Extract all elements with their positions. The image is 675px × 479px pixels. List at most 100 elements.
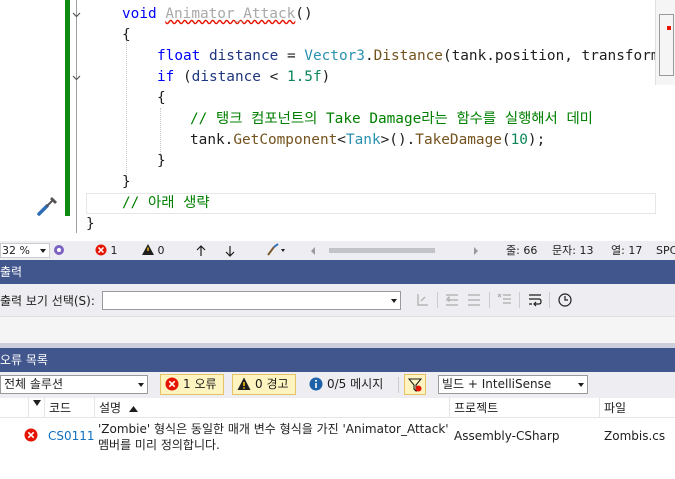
code-token: void (122, 6, 166, 22)
output-title-text: 출력 (0, 265, 23, 279)
warning-count[interactable]: 0 (142, 241, 165, 260)
indent-guide (126, 38, 127, 178)
column-indicator[interactable]: 열: 17 (611, 241, 642, 260)
health-icon[interactable] (53, 241, 67, 260)
previous-issue-icon[interactable] (195, 241, 207, 260)
scroll-thumb[interactable] (329, 248, 435, 253)
errors-filter-button[interactable]: 1 오류 (160, 374, 224, 395)
error-icon (95, 244, 107, 256)
error-description-line2: 멤버를 미리 정의합니다. (98, 438, 220, 452)
build-filter-value: 빌드 + IntelliSense (442, 377, 552, 391)
code-token: ); (527, 132, 546, 148)
line-indicator[interactable]: 줄: 66 (506, 241, 537, 260)
file-column-header[interactable]: 파일 (599, 398, 675, 418)
project-column-label: 프로젝트 (454, 401, 499, 415)
warning-icon (142, 244, 154, 255)
code-line[interactable]: } (157, 151, 166, 172)
icon-column-header[interactable] (0, 398, 28, 418)
filter-funnel-icon (408, 378, 422, 392)
error-icon (24, 428, 38, 442)
timestamp-clock-icon[interactable] (557, 292, 573, 308)
code-token: TakeDamage (415, 132, 502, 148)
code-line[interactable]: { (157, 88, 166, 109)
code-editor[interactable]: void Animator_Attack() { float distance = … (0, 0, 675, 241)
code-token: { (122, 27, 131, 43)
horizontal-scrollbar[interactable] (304, 241, 482, 260)
error-list-panel-title[interactable]: 오류 목록 (0, 348, 675, 372)
code-token: distance (208, 48, 279, 64)
go-to-previous-message-icon[interactable] (444, 292, 460, 308)
code-line[interactable]: } (122, 172, 131, 193)
toolbar-separator (519, 292, 520, 308)
warnings-filter-button[interactable]: 0 경고 (232, 374, 296, 395)
code-line[interactable]: if (distance < 1.5f) (157, 67, 330, 88)
quick-actions-screwdriver-icon[interactable] (36, 195, 60, 217)
messages-filter-button[interactable]: 0/5 메시지 (304, 374, 390, 395)
output-panel-title[interactable]: 출력 (0, 260, 675, 284)
collapse-if-icon[interactable] (72, 73, 81, 82)
errors-filter-label: 1 오류 (183, 377, 217, 391)
clear-all-icon[interactable] (497, 292, 513, 308)
error-code-link[interactable]: CS0111 (48, 429, 95, 443)
chevron-down-icon (138, 383, 144, 387)
show-output-label: 출력 보기 선택(S): (0, 294, 95, 308)
error-count-value: 1 (110, 244, 118, 257)
code-token: // 탱크 컴포넌트의 Take Damage라는 함수를 실행해서 데미 (190, 111, 593, 127)
code-token: >(). (380, 132, 416, 148)
code-column-label: 코드 (49, 401, 72, 415)
code-cleanup-broom-icon[interactable] (266, 241, 288, 260)
output-source-combo[interactable] (102, 291, 401, 310)
description-column-header[interactable]: 설명 (94, 398, 449, 418)
warning-icon (237, 377, 251, 390)
code-token: = (278, 48, 305, 64)
code-line[interactable]: void Animator_Attack() (122, 4, 313, 25)
code-token: (tank.position, transform (442, 48, 660, 64)
editor-minimap[interactable] (655, 0, 675, 85)
scroll-right-icon[interactable] (474, 247, 478, 255)
spacing-indicator[interactable]: SPC (656, 241, 675, 260)
code-token: 1.5f (286, 69, 322, 85)
code-line[interactable]: float distance = Vector3.Distance(tank.p… (157, 46, 660, 67)
toggle-word-wrap-icon[interactable] (527, 292, 543, 308)
file-column-label: 파일 (604, 401, 627, 415)
code-token: () (295, 6, 313, 22)
go-to-next-message-icon[interactable] (466, 292, 482, 308)
char-indicator[interactable]: 문자: 13 (552, 241, 593, 260)
toolbar-separator (398, 377, 399, 393)
scope-combo[interactable]: 전체 솔루션 (0, 375, 148, 394)
zoom-combo[interactable]: 32 % (0, 243, 50, 258)
code-token: ( (174, 69, 192, 85)
code-line[interactable]: { (122, 25, 131, 46)
toolbar-separator (549, 292, 550, 308)
code-line[interactable]: tank.GetComponent<Tank>().TakeDamage(10)… (190, 130, 545, 151)
code-token: GetComponent (233, 132, 338, 148)
code-token: < (260, 69, 287, 85)
next-issue-icon[interactable] (224, 241, 236, 260)
error-list-grid: 코드 설명 프로젝트 파일 CS0111 'Zombie' 형식은 동일한 매개… (0, 398, 675, 479)
code-column-header[interactable]: 코드 (44, 398, 94, 418)
code-line[interactable]: // 탱크 컴포넌트의 Take Damage라는 함수를 실행해서 데미 (190, 109, 593, 130)
code-token: tank. (190, 132, 234, 148)
project-column-header[interactable]: 프로젝트 (449, 398, 599, 418)
grid-header: 코드 설명 프로젝트 파일 (0, 398, 675, 418)
error-list-title-text: 오류 목록 (0, 353, 48, 367)
scroll-left-icon[interactable] (311, 247, 315, 255)
code-line[interactable]: // 아래 생략 (122, 193, 210, 214)
error-project: Assembly-CSharp (454, 429, 560, 443)
filter-toggle-button[interactable] (404, 374, 426, 395)
collapse-method-icon[interactable] (72, 10, 81, 19)
code-token: } (86, 216, 95, 232)
suppression-column-header[interactable] (28, 398, 44, 418)
build-filter-combo[interactable]: 빌드 + IntelliSense (438, 375, 588, 394)
sort-ascending-icon (128, 406, 138, 412)
warnings-filter-label: 0 경고 (255, 377, 289, 391)
table-row[interactable]: CS0111 'Zombie' 형식은 동일한 매개 변수 형식을 가진 'An… (0, 418, 675, 455)
code-token: if (157, 69, 175, 85)
warning-count-value: 0 (157, 244, 165, 257)
error-count[interactable]: 1 (95, 241, 118, 260)
code-token: < (337, 132, 346, 148)
output-text-area[interactable] (0, 316, 675, 343)
find-message-icon[interactable] (415, 292, 431, 308)
code-line[interactable]: } (86, 214, 95, 235)
code-token: Tank (345, 132, 381, 148)
